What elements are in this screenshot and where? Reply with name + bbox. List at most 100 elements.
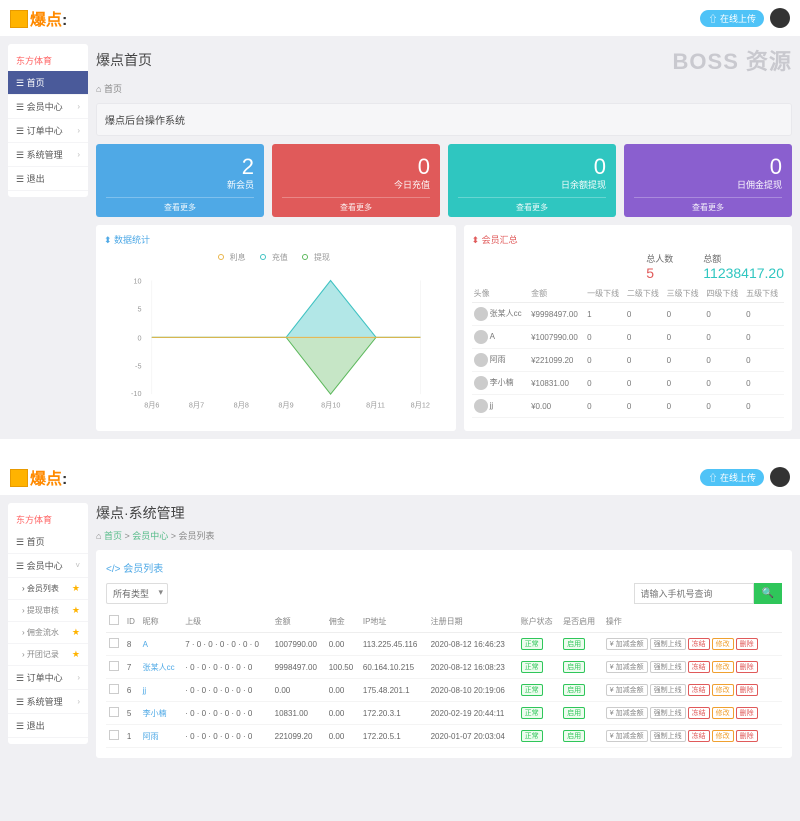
data-table: ID昵称上级金额佣金IP地址注册日期账户状态是否启用操作 8A7 · 0 · 0… [106,610,782,748]
action-edit[interactable]: 修改 [712,661,734,673]
action-edit[interactable]: 修改 [712,707,734,719]
action-del[interactable]: 删除 [736,661,758,673]
sidebar-item[interactable]: ☰ 首页 [8,71,88,95]
sidebar-subitem[interactable]: › 会员列表★ [8,578,88,600]
stat-card[interactable]: 0日佣金提现查看更多 [624,144,792,217]
avatar[interactable] [770,8,790,28]
action-edit[interactable]: 修改 [712,638,734,650]
sidebar: 东方体育 ☰ 首页☰ 会员中心˅› 会员列表★› 提现审核★› 佣金流水★› 开… [8,503,88,744]
action-del[interactable]: 删除 [736,684,758,696]
checkbox[interactable] [109,707,119,717]
toggle-enable[interactable]: 启用 [563,684,585,696]
svg-text:8月9: 8月9 [278,401,293,410]
action-money[interactable]: ¥ 加减金额 [606,684,648,696]
action-block[interactable]: 冻结 [688,638,710,650]
action-edit[interactable]: 修改 [712,730,734,742]
action-money[interactable]: ¥ 加减金额 [606,730,648,742]
crumb-section[interactable]: 会员中心 [132,531,168,541]
svg-text:-5: -5 [135,361,141,370]
svg-text:-10: -10 [131,389,141,398]
summary-people-value: 5 [646,265,654,281]
toggle-enable[interactable]: 启用 [563,661,585,673]
crumb-home[interactable]: 首页 [104,531,122,541]
watermark: BOSS 资源 [673,44,792,76]
stat-card[interactable]: 0今日充值查看更多 [272,144,440,217]
svg-text:8月11: 8月11 [366,401,385,410]
page-title: 爆点首页 [96,50,152,70]
summary-money-label: 总额 [703,254,721,264]
stat-card[interactable]: 2新会员查看更多 [96,144,264,217]
svg-text:10: 10 [133,277,141,286]
action-block[interactable]: 冻结 [688,730,710,742]
svg-text:8月12: 8月12 [411,401,430,410]
action-money[interactable]: ¥ 加减金额 [606,638,648,650]
table-row: 8A7 · 0 · 0 · 0 · 0 · 0 · 01007990.000.0… [106,633,782,656]
svg-text:8月10: 8月10 [321,401,340,410]
action-block[interactable]: 冻结 [688,684,710,696]
sidebar-item[interactable]: ☰ 首页 [8,530,88,554]
toggle-enable[interactable]: 启用 [563,638,585,650]
action-block[interactable]: 冻结 [688,707,710,719]
table-row: 阿雨¥221099.2000000 [472,349,784,372]
search-button[interactable]: 🔍 [754,583,782,604]
logo: 爆点: [10,465,67,489]
upload-button[interactable]: ⇧ 在线上传 [700,10,764,27]
action-disable[interactable]: 强制上线 [650,638,686,650]
filter-select[interactable]: 所有类型 [106,583,168,604]
checkbox[interactable] [109,638,119,648]
checkbox[interactable] [109,730,119,740]
checkbox[interactable] [109,684,119,694]
table-row: 1阿雨· 0 · 0 · 0 · 0 · 0 · 0221099.200.001… [106,725,782,748]
sidebar-subitem[interactable]: › 开团记录★ [8,644,88,666]
action-block[interactable]: 冻结 [688,661,710,673]
sidebar-item[interactable]: ☰ 退出 [8,714,88,738]
action-disable[interactable]: 强制上线 [650,730,686,742]
upload-button[interactable]: ⇧ 在线上传 [700,469,764,486]
sidebar-item[interactable]: ☰ 退出 [8,167,88,191]
sidebar-item[interactable]: ☰ 会员中心› [8,95,88,119]
member-link[interactable]: 张某人cc [143,663,175,672]
member-link[interactable]: 李小楠 [143,709,167,718]
svg-text:0: 0 [137,333,141,342]
sidebar-subitem[interactable]: › 佣金流水★ [8,622,88,644]
summary-card: ⬍ 会员汇总 总人数5 总额11238417.20 头像金额一级下线二级下线三级… [464,225,792,431]
breadcrumb: ⌂ 首页 [96,82,792,95]
logo: 爆点: [10,6,67,30]
sidebar: 东方体育 ☰ 首页☰ 会员中心›☰ 订单中心›☰ 系统管理›☰ 退出 [8,44,88,197]
member-link[interactable]: A [143,640,148,649]
action-money[interactable]: ¥ 加减金额 [606,661,648,673]
member-link[interactable]: 阿雨 [143,732,159,741]
table-row: 5李小楠· 0 · 0 · 0 · 0 · 0 · 010831.000.001… [106,702,782,725]
chart-svg: 10 5 0 -5 -10 8月68月78月88月98月108月118月12 [104,265,448,420]
sidebar-item[interactable]: ☰ 订单中心› [8,119,88,143]
member-link[interactable]: jj [143,686,147,695]
sidebar-heading: 东方体育 [8,509,88,530]
sidebar-item[interactable]: ☰ 订单中心› [8,666,88,690]
list-title: </> 会员列表 [106,560,782,575]
sidebar-item[interactable]: ☰ 系统管理› [8,690,88,714]
action-disable[interactable]: 强制上线 [650,707,686,719]
page-title: 爆点·系统管理 [96,503,185,523]
checkbox-all[interactable] [109,615,119,625]
action-disable[interactable]: 强制上线 [650,684,686,696]
action-del[interactable]: 删除 [736,707,758,719]
sidebar-item[interactable]: ☰ 会员中心˅ [8,554,88,578]
checkbox[interactable] [109,661,119,671]
toggle-enable[interactable]: 启用 [563,707,585,719]
action-edit[interactable]: 修改 [712,684,734,696]
action-money[interactable]: ¥ 加减金额 [606,707,648,719]
member-table: 头像金额一级下线二级下线三级下线四级下线五级下线 张某人cc¥9998497.0… [472,285,784,418]
sidebar-item[interactable]: ☰ 系统管理› [8,143,88,167]
action-disable[interactable]: 强制上线 [650,661,686,673]
search-input[interactable] [634,583,754,604]
sidebar-subitem[interactable]: › 提现审核★ [8,600,88,622]
chart-legend: 利息 充值 提现 [104,252,448,263]
toggle-enable[interactable]: 启用 [563,730,585,742]
summary-title: ⬍ 会员汇总 [472,233,784,246]
action-del[interactable]: 删除 [736,730,758,742]
avatar[interactable] [770,467,790,487]
action-del[interactable]: 删除 [736,638,758,650]
sidebar-heading: 东方体育 [8,50,88,71]
stat-card[interactable]: 0日余额提现查看更多 [448,144,616,217]
table-row: 李小楠¥10831.0000000 [472,372,784,395]
